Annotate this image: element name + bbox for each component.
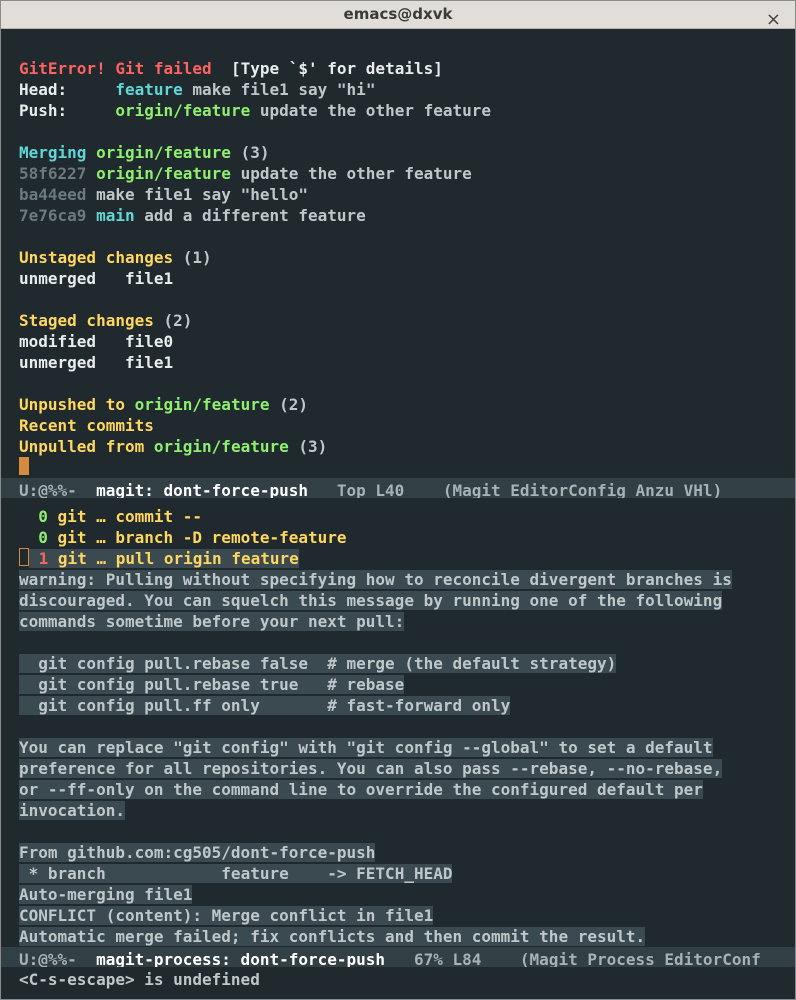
proc-output: From github.com:cg505/dont-force-push <box>19 843 375 862</box>
proc-output: git config pull.ff only # fast-forward o… <box>19 696 510 715</box>
proc-cmd: git … pull origin feature <box>58 549 299 568</box>
modeline-left: U:@%%- <box>19 950 96 967</box>
merging-count: (3) <box>241 143 270 162</box>
proc-output: or --ff-only on the command line to over… <box>19 780 703 799</box>
echo-area: <C-s-escape> is undefined <box>1 967 795 999</box>
mode-line-magit[interactable]: U:@%%- magit: dont-force-push Top L40 (M… <box>1 478 795 498</box>
proc-output: git config pull.rebase false # merge (th… <box>19 654 616 673</box>
merging-ref[interactable]: origin/feature <box>96 143 231 162</box>
proc-cmd: git … commit -- <box>58 507 203 526</box>
modeline-right: Top L40 (Magit EditorConfig Anzu VHl) <box>308 481 722 498</box>
mode-line-process[interactable]: U:@%%- magit-process: dont-force-push 67… <box>1 947 795 967</box>
modeline-left: U:@%%- <box>19 481 96 498</box>
push-msg: update the other feature <box>260 101 491 120</box>
push-label: Push: <box>19 101 67 120</box>
proc-output: Automatic merge failed; fix conflicts an… <box>19 927 645 946</box>
proc-output: preference for all repositories. You can… <box>19 759 722 778</box>
close-icon[interactable]: × <box>766 9 781 30</box>
push-branch[interactable]: origin/feature <box>115 101 250 120</box>
details-hint: [Type `$' for details] <box>231 59 443 78</box>
proc-output: Auto-merging file1 <box>19 885 192 904</box>
proc-output: CONFLICT (content): Merge conflict in fi… <box>19 906 433 925</box>
proc-cmd: git … branch -D remote-feature <box>58 528 347 547</box>
commit-hash[interactable]: ba44eed <box>19 185 86 204</box>
unpulled-ref[interactable]: origin/feature <box>154 437 289 456</box>
unpulled-count: (3) <box>298 437 327 456</box>
file-name[interactable]: file0 <box>125 332 173 351</box>
modeline-right: 67% L84 (Magit Process EditorConf <box>385 950 761 967</box>
proc-line[interactable]: 0 git … commit -- <box>19 507 202 526</box>
proc-output: * branch feature -> FETCH_HEAD <box>19 864 452 883</box>
proc-exit-code: 0 <box>38 507 48 526</box>
file-status[interactable]: modified <box>19 332 96 351</box>
file-name[interactable]: file1 <box>125 269 173 288</box>
proc-output: commands sometime before your next pull: <box>19 612 404 631</box>
proc-output: git config pull.rebase true # rebase <box>19 675 404 694</box>
cursor <box>19 457 29 475</box>
proc-line[interactable]: 0 git … branch -D remote-feature <box>19 528 347 547</box>
commit-msg: update the other feature <box>241 164 472 183</box>
proc-output: discouraged. You can squelch this messag… <box>19 591 722 610</box>
magit-process-buffer[interactable]: 0 git … commit -- 0 git … branch -D remo… <box>1 498 795 947</box>
unpushed-count: (2) <box>279 395 308 414</box>
merging-label[interactable]: Merging <box>19 143 86 162</box>
file-status[interactable]: unmerged <box>19 353 96 372</box>
proc-line-current[interactable]: 1 git … pull origin feature <box>19 549 299 568</box>
commit-ref[interactable]: main <box>96 206 135 225</box>
titlebar[interactable]: emacs@dxvk × <box>1 1 795 29</box>
proc-output: warning: Pulling without specifying how … <box>19 570 732 589</box>
staged-heading[interactable]: Staged changes <box>19 311 154 330</box>
emacs-window: emacs@dxvk × GitError! Git failed [Type … <box>0 0 796 1000</box>
unpushed-ref[interactable]: origin/feature <box>135 395 270 414</box>
cursor-inactive <box>19 548 29 566</box>
modeline-buffer-name: magit: dont-force-push <box>96 481 308 498</box>
window-title: emacs@dxvk <box>344 5 453 23</box>
unstaged-heading[interactable]: Unstaged changes <box>19 248 173 267</box>
unpulled-heading[interactable]: Unpulled from <box>19 437 144 456</box>
magit-status-buffer[interactable]: GitError! Git failed [Type `$' for detai… <box>1 29 795 478</box>
git-failed-label: Git failed <box>115 59 211 78</box>
commit-hash[interactable]: 58f6227 <box>19 164 86 183</box>
file-status[interactable]: unmerged <box>19 269 96 288</box>
commit-hash[interactable]: 7e76ca9 <box>19 206 86 225</box>
proc-output: You can replace "git config" with "git c… <box>19 738 713 757</box>
staged-count: (2) <box>164 311 193 330</box>
modeline-buffer-name: magit-process: dont-force-push <box>96 950 385 967</box>
head-msg: make file1 say "hi" <box>192 80 375 99</box>
proc-exit-code: 1 <box>39 549 49 568</box>
commit-msg: add a different feature <box>144 206 366 225</box>
head-label: Head: <box>19 80 67 99</box>
file-name[interactable]: file1 <box>125 353 173 372</box>
unpushed-heading[interactable]: Unpushed to <box>19 395 125 414</box>
git-error-label: GitError! <box>19 59 106 78</box>
commit-msg: make file1 say "hello" <box>96 185 308 204</box>
echo-text: <C-s-escape> is undefined <box>19 970 260 989</box>
recent-heading[interactable]: Recent commits <box>19 416 154 435</box>
proc-output: invocation. <box>19 801 125 820</box>
unstaged-count: (1) <box>183 248 212 267</box>
commit-ref[interactable]: origin/feature <box>96 164 231 183</box>
proc-exit-code: 0 <box>38 528 48 547</box>
head-branch[interactable]: feature <box>115 80 182 99</box>
